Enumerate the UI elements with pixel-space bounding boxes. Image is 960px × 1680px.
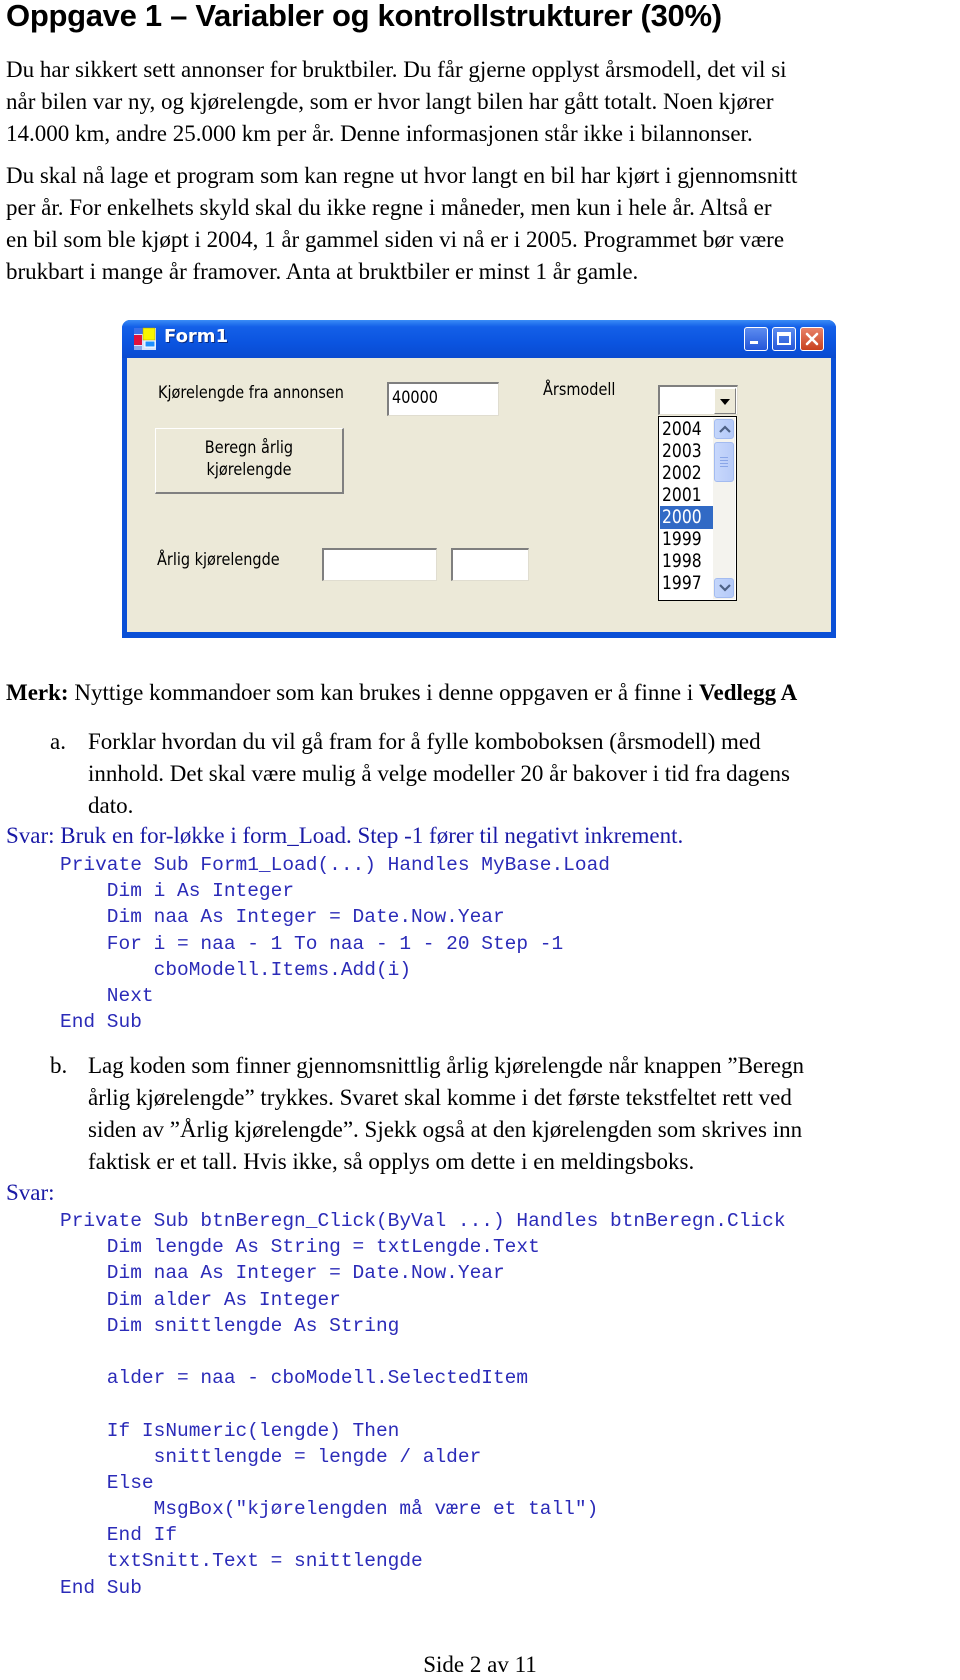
app-icon <box>134 327 156 350</box>
annual-mileage-output[interactable] <box>322 548 437 581</box>
text-line: årlig kjørelengde” trykkes. Svaret skal … <box>88 1085 792 1110</box>
task-b: b. Lag koden som finner gjennomsnittlig … <box>50 1050 960 1178</box>
code-block-button-click: Private Sub btnBeregn_Click(ByVal ...) H… <box>60 1208 786 1601</box>
note: Merk: Nyttige kommandoer som kan brukes … <box>6 680 797 706</box>
task-a-answer: Svar: Bruk en for-løkke i form_Load. Ste… <box>6 823 684 848</box>
model-year-combobox[interactable] <box>658 385 738 415</box>
list-scrollbar[interactable] <box>713 418 735 599</box>
code-line: Dim naa As Integer = Date.Now.Year <box>60 906 505 929</box>
intro-paragraph-1: Du har sikkert sett annonser for bruktbi… <box>6 54 956 150</box>
form-client-area: Kjørelengde fra annonsen 40000 Årsmodell… <box>127 358 831 632</box>
code-line: txtSnitt.Text = snittlengde <box>60 1550 423 1573</box>
intro-paragraph-2: Du skal nå lage et program som kan regne… <box>6 160 956 288</box>
text-line: faktisk er et tall. Hvis ikke, så opplys… <box>88 1149 695 1174</box>
code-line: Else <box>60 1471 154 1494</box>
annual-mileage-label: Årlig kjørelengde <box>157 550 280 570</box>
code-line: End Sub <box>60 1011 142 1034</box>
scroll-down-button[interactable] <box>714 578 734 598</box>
code-line: Dim naa As Integer = Date.Now.Year <box>60 1262 505 1285</box>
code-line: Dim snittlengde As String <box>60 1314 400 1337</box>
task-marker: b. <box>50 1053 68 1078</box>
text-line: dato. <box>88 793 134 818</box>
model-year-dropdown-list[interactable]: 2004 2003 2002 2001 2000 1999 1998 1997 <box>658 416 737 601</box>
code-line: Private Sub Form1_Load(...) Handles MyBa… <box>60 854 610 876</box>
code-line: Private Sub btnBeregn_Click(ByVal ...) H… <box>60 1210 786 1232</box>
window-titlebar[interactable]: Form1 <box>122 320 836 358</box>
task-marker: a. <box>50 729 66 754</box>
task-b-answer: Svar: <box>6 1180 55 1205</box>
code-line: Next <box>60 984 154 1007</box>
text-line: Lag koden som finner gjennomsnittlig årl… <box>88 1053 804 1078</box>
text-line: når bilen var ny, og kjørelengde, som er… <box>6 89 774 114</box>
button-label-line: Beregn årlig <box>204 438 294 458</box>
code-line: Dim i As Integer <box>60 880 295 903</box>
text-line: brukbart i mange år framover. Anta at br… <box>6 259 639 284</box>
code-line: alder = naa - cboModell.SelectedItem <box>60 1367 529 1390</box>
code-line: Dim lengde As String = txtLengde.Text <box>60 1236 540 1259</box>
code-line: End If <box>60 1524 178 1547</box>
note-prefix: Merk: <box>6 680 69 705</box>
mileage-input[interactable]: 40000 <box>387 382 499 416</box>
scroll-thumb[interactable] <box>714 442 734 482</box>
window-title: Form1 <box>164 326 229 347</box>
text-line: Du har sikkert sett annonser for bruktbi… <box>6 57 787 82</box>
form-window: Form1 Kjørelengde fra annonsen 40000 Års… <box>122 320 836 638</box>
page-footer: Side 2 av 11 <box>423 1652 537 1677</box>
close-button[interactable] <box>800 327 824 351</box>
page-title: Oppgave 1 – Variabler og kontrollstruktu… <box>6 0 722 33</box>
chevron-down-icon <box>719 584 731 592</box>
dropdown-arrow-icon[interactable] <box>714 388 736 414</box>
code-line: End Sub <box>60 1576 142 1599</box>
code-line: MsgBox("kjørelengden må være et tall") <box>60 1498 599 1521</box>
model-year-label: Årsmodell <box>543 380 616 400</box>
code-line: cboModell.Items.Add(i) <box>60 958 412 981</box>
code-block-form-load: Private Sub Form1_Load(...) Handles MyBa… <box>60 852 610 1035</box>
text-line: siden av ”Årlig kjørelengde”. Sjekk også… <box>88 1117 803 1142</box>
mileage-label: Kjørelengde fra annonsen <box>158 383 344 403</box>
minimize-icon <box>750 341 758 344</box>
note-text: Nyttige kommandoer som kan brukes i denn… <box>68 680 699 705</box>
chevron-up-icon <box>719 425 731 433</box>
text-line: innhold. Det skal være mulig å velge mod… <box>88 761 790 786</box>
scroll-up-button[interactable] <box>714 419 734 439</box>
calculate-annual-mileage-button[interactable]: Beregn årlig kjørelengde <box>155 428 344 494</box>
secondary-textbox[interactable] <box>451 548 529 581</box>
text-line: 14.000 km, andre 25.000 km per år. Denne… <box>6 121 753 146</box>
maximize-button[interactable] <box>772 327 796 351</box>
code-line: For i = naa - 1 To naa - 1 - 20 Step -1 <box>60 932 564 955</box>
text-line: en bil som ble kjøpt i 2004, 1 år gammel… <box>6 227 785 252</box>
text-line: Forklar hvordan du vil gå fram for å fyl… <box>88 729 761 754</box>
task-a: a. Forklar hvordan du vil gå fram for å … <box>50 726 950 822</box>
button-label-line: kjørelengde <box>206 460 292 480</box>
minimize-button[interactable] <box>744 327 768 351</box>
code-line: If IsNumeric(lengde) Then <box>60 1419 400 1442</box>
code-line: Dim alder As Integer <box>60 1288 341 1311</box>
code-line: snittlengde = lengde / alder <box>60 1445 482 1468</box>
close-icon <box>805 332 819 346</box>
text-line: per år. For enkelhets skyld skal du ikke… <box>6 195 772 220</box>
text-line: Du skal nå lage et program som kan regne… <box>6 163 798 188</box>
maximize-icon <box>777 332 791 345</box>
note-ref: Vedlegg A <box>699 680 798 705</box>
mileage-value: 40000 <box>392 388 438 408</box>
